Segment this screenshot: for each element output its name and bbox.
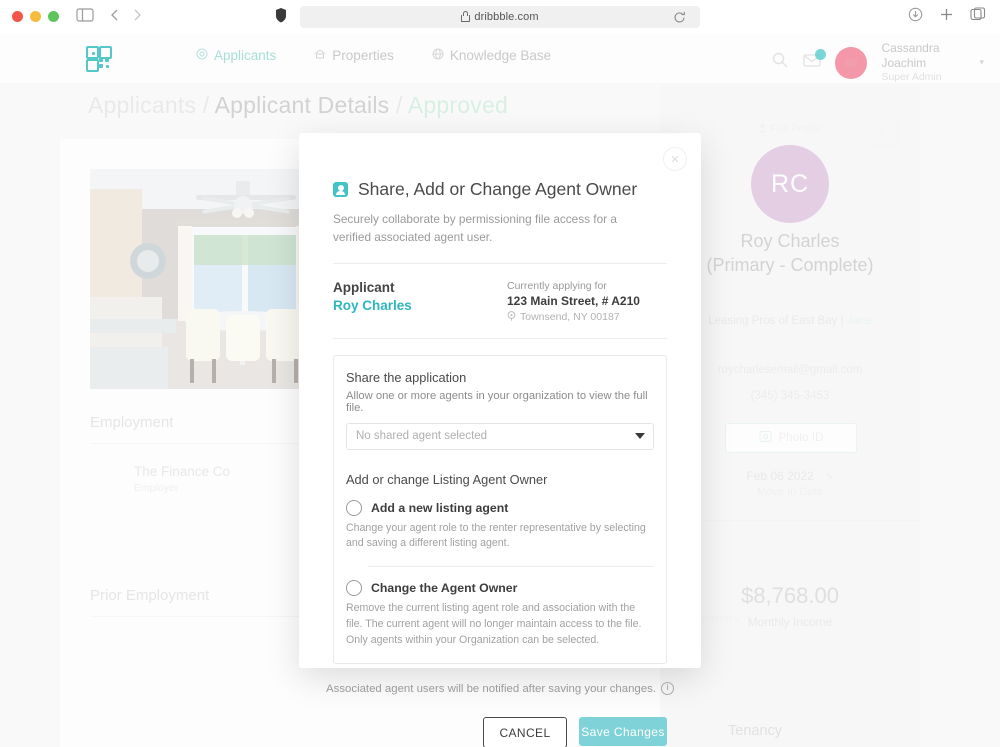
close-icon[interactable]: ✕ xyxy=(663,147,687,171)
download-icon[interactable] xyxy=(908,7,923,27)
browser-toolbar: dribbble.com xyxy=(0,0,1000,35)
radio-change-agent-owner-label: Change the Agent Owner xyxy=(371,581,518,596)
tab-overview-icon[interactable] xyxy=(970,7,986,27)
shared-agent-select[interactable]: No shared agent selected xyxy=(346,422,654,450)
nav-label-knowledge-base: Knowledge Base xyxy=(449,48,552,63)
browser-right-actions xyxy=(908,7,986,27)
main-navigation: Applicants Properties Knowledge Base xyxy=(196,48,551,63)
divider xyxy=(368,566,654,568)
qr-logo-icon[interactable] xyxy=(86,46,112,72)
property-city-row: Townsend, NY 00187 xyxy=(507,310,667,324)
minimize-window-button[interactable] xyxy=(30,11,41,22)
user-menu[interactable]: Cassandra Joachim Super Admin xyxy=(881,41,959,84)
info-icon[interactable]: i xyxy=(660,682,674,696)
header-actions: Cassandra Joachim Super Admin ▾ xyxy=(771,41,984,84)
globe-icon xyxy=(432,48,444,63)
applicant-name-link[interactable]: Roy Charles xyxy=(333,298,412,313)
nav-item-properties[interactable]: Properties xyxy=(314,48,394,63)
home-icon xyxy=(314,48,326,63)
nav-item-knowledge-base[interactable]: Knowledge Base xyxy=(432,48,551,63)
back-arrow-icon[interactable] xyxy=(108,7,122,28)
modal-header: Share, Add or Change Agent Owner Securel… xyxy=(299,133,701,264)
radio-add-listing-agent-label: Add a new listing agent xyxy=(371,500,509,515)
nav-item-applicants[interactable]: Applicants xyxy=(196,48,276,63)
radio-change-agent-owner-description: Remove the current listing agent role an… xyxy=(346,602,642,647)
mail-icon[interactable] xyxy=(803,48,827,73)
modal-subtitle: Securely collaborate by permissioning fi… xyxy=(333,212,617,245)
owner-option-add[interactable]: Add a new listing agent Change your agen… xyxy=(346,499,654,553)
modal-property-block: Currently applying for 123 Main Street, … xyxy=(507,280,667,324)
property-city: Townsend, NY 00187 xyxy=(520,311,620,324)
maximize-window-button[interactable] xyxy=(48,11,59,22)
sidebar-toggle-icon[interactable] xyxy=(76,7,94,28)
address-bar[interactable]: dribbble.com xyxy=(300,6,700,28)
share-options-box: Share the application Allow one or more … xyxy=(333,354,667,665)
search-icon[interactable] xyxy=(771,51,789,74)
modal-actions: CANCEL Save Changes xyxy=(299,717,701,747)
nav-label-applicants: Applicants xyxy=(214,48,277,63)
modal-applicant-row: Applicant Roy Charles Currently applying… xyxy=(299,264,701,324)
modal-title-row: Share, Add or Change Agent Owner xyxy=(333,179,667,200)
map-pin-icon xyxy=(507,310,516,324)
window-controls[interactable] xyxy=(12,11,59,22)
radio-add-listing-agent[interactable] xyxy=(346,499,362,516)
radio-add-listing-agent-description: Change your agent role to the renter rep… xyxy=(346,521,646,550)
plus-icon[interactable] xyxy=(939,7,954,27)
lock-icon xyxy=(461,10,471,22)
forward-arrow-icon[interactable] xyxy=(130,7,144,28)
avatar[interactable] xyxy=(835,46,868,79)
share-heading: Share the application xyxy=(346,369,467,385)
property-address: 123 Main Street, # A210 xyxy=(507,293,640,308)
url-text: dribbble.com xyxy=(474,11,539,23)
shield-icon[interactable] xyxy=(274,7,288,29)
save-changes-button[interactable]: Save Changes xyxy=(579,717,667,747)
cancel-button[interactable]: CANCEL xyxy=(483,717,567,747)
share-agent-modal: ✕ Share, Add or Change Agent Owner Secur… xyxy=(299,133,701,747)
share-description: Allow one or more agents in your organiz… xyxy=(346,389,648,414)
nav-label-properties: Properties xyxy=(332,48,394,63)
agent-card-icon xyxy=(333,182,348,197)
notification-badge xyxy=(815,48,827,60)
divider xyxy=(333,337,667,339)
modal-footer-note: Associated agent users will be notified … xyxy=(299,682,701,696)
owner-option-change[interactable]: Change the Agent Owner Remove the curren… xyxy=(346,580,654,649)
screen: dribbble.com Applicants Properties Knowl… xyxy=(0,0,1000,747)
shared-agent-placeholder: No shared agent selected xyxy=(356,430,488,443)
applicant-label: Applicant xyxy=(333,279,395,295)
owner-heading: Add or change Listing Agent Owner xyxy=(346,471,548,487)
close-window-button[interactable] xyxy=(12,11,23,22)
chevron-down-icon xyxy=(635,433,645,440)
user-name: Cassandra Joachim xyxy=(881,41,940,70)
footer-note-text: Associated agent users will be notified … xyxy=(326,682,656,695)
modal-applicant-block: Applicant Roy Charles xyxy=(333,280,412,324)
radio-change-agent-owner[interactable] xyxy=(346,580,362,597)
reload-icon[interactable] xyxy=(673,11,686,29)
chevron-down-icon[interactable]: ▾ xyxy=(979,57,984,68)
applying-for-label: Currently applying for xyxy=(507,279,607,292)
modal-title: Share, Add or Change Agent Owner xyxy=(358,179,638,199)
settings-gear-icon xyxy=(196,48,208,63)
